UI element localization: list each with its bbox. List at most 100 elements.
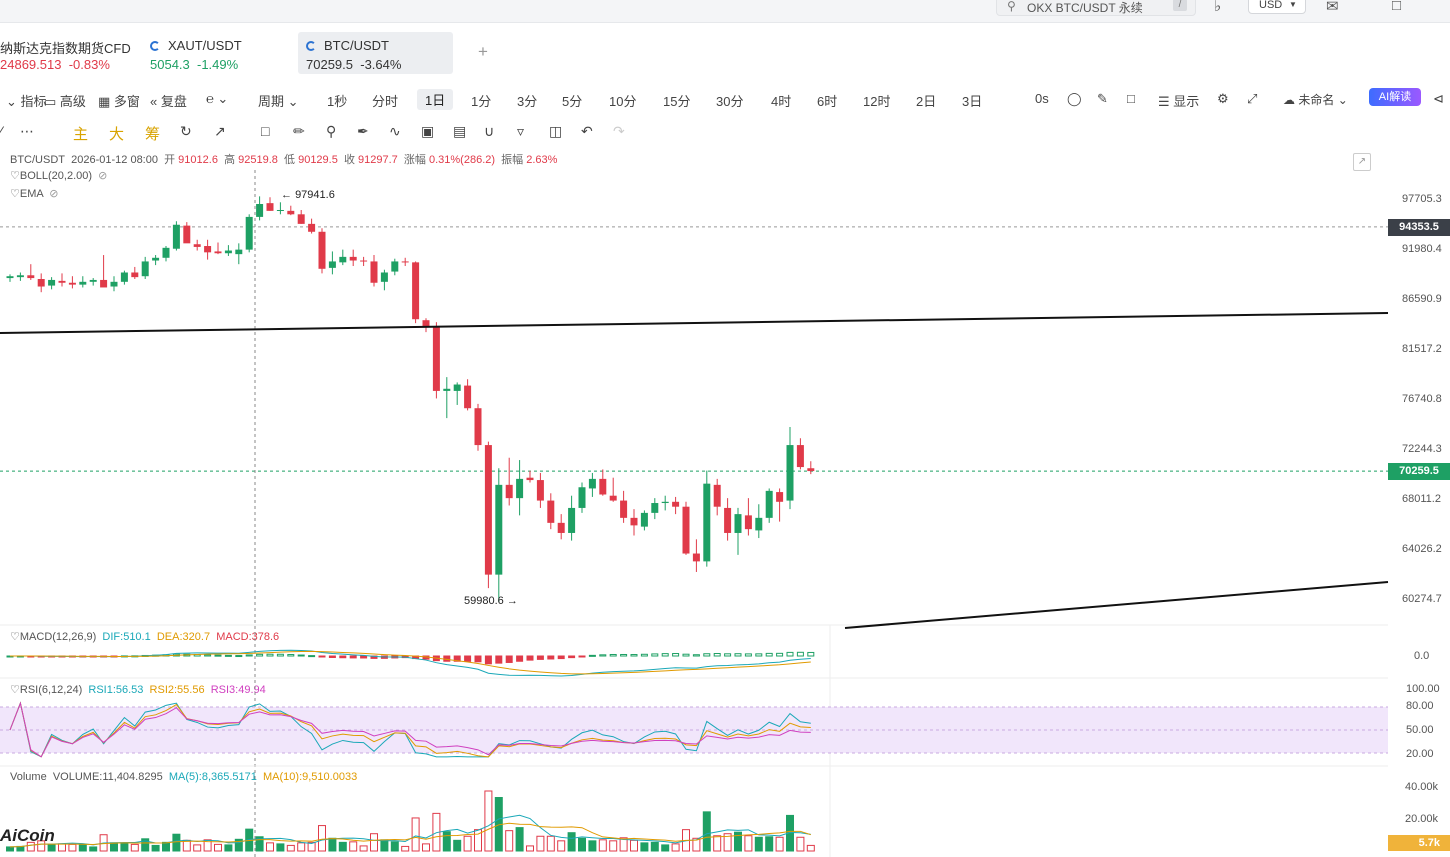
candle-body <box>536 480 544 501</box>
volume-bar <box>266 842 274 852</box>
candle-body <box>172 224 180 249</box>
candle-body <box>79 281 87 285</box>
candle-body <box>37 279 45 287</box>
kline-chart[interactable]: 97705.3 91980.4 86590.9 81517.2 76740.8 72244… <box>0 0 1450 857</box>
candle-body <box>391 261 399 272</box>
macd-dif-line <box>9 649 811 677</box>
volume-bar <box>318 825 326 852</box>
macd-bar <box>276 653 284 657</box>
candle-body <box>245 216 253 250</box>
macd-bar <box>755 653 763 657</box>
candle-body <box>120 272 128 282</box>
macd-bar <box>516 655 524 662</box>
candle-body <box>599 478 607 495</box>
macd-bar <box>557 655 565 660</box>
volume-bar <box>89 846 98 852</box>
candle-body <box>349 256 357 261</box>
macd-bar <box>692 654 700 657</box>
low-mark: 59980.6 → <box>464 595 518 607</box>
macd-bar <box>568 655 576 659</box>
volume-bar <box>702 811 711 852</box>
macd-bar <box>776 652 784 657</box>
current-price-label: 70259.5 <box>1388 463 1450 480</box>
candle-body <box>422 320 430 327</box>
volume-bar <box>401 845 410 852</box>
rsi-band <box>0 707 1388 753</box>
macd-bar <box>796 651 804 657</box>
candle-body <box>412 262 420 320</box>
volume-current-label: 5.7k <box>1388 835 1450 851</box>
candle-body <box>796 445 804 468</box>
candle-body <box>235 249 243 255</box>
volume-bar <box>744 835 753 852</box>
candle-body <box>401 261 409 263</box>
candle-body <box>453 384 461 391</box>
candle-body <box>703 483 711 562</box>
volume-bar <box>120 842 129 852</box>
volume-bar <box>58 843 66 852</box>
macd-bar <box>464 655 472 662</box>
candle-body <box>578 487 586 508</box>
macd-bar <box>682 653 690 657</box>
macd-bar <box>360 655 368 659</box>
price-tick-label: 68011.2 <box>1402 493 1441 505</box>
candle-body <box>58 280 66 283</box>
macd-bar <box>651 653 659 657</box>
macd-bar <box>807 651 815 657</box>
candle-body <box>505 484 513 499</box>
candle-body <box>360 260 368 262</box>
macd-bar <box>349 655 357 659</box>
candle-body <box>16 275 24 278</box>
macd-bar <box>661 653 669 657</box>
candle-body <box>661 501 669 504</box>
volume-bar <box>598 839 607 852</box>
macd-bar <box>474 655 482 663</box>
candle-body <box>474 408 482 446</box>
candle-body <box>786 445 794 501</box>
price-tick-label: 86590.9 <box>1402 293 1442 305</box>
volume-bar <box>671 843 680 852</box>
price-tick-label: 76740.8 <box>1402 393 1442 405</box>
macd-bar <box>526 655 534 661</box>
macd-bar <box>588 654 596 657</box>
candle-body <box>516 478 524 499</box>
volume-bar <box>526 845 534 852</box>
volume-ma10-line <box>9 822 811 848</box>
macd-bar <box>724 653 732 657</box>
candle-body <box>214 251 222 254</box>
candle-body <box>713 484 721 507</box>
volume-bar <box>297 842 306 852</box>
volume-bar <box>276 843 285 852</box>
volume-bar <box>110 842 118 852</box>
candle-body <box>734 514 742 533</box>
candle-body <box>328 261 336 268</box>
macd-zero-label: 0.0 <box>1414 650 1429 662</box>
price-tick-label: 72244.3 <box>1402 443 1442 455</box>
volume-bar <box>390 841 399 852</box>
candle-body <box>48 279 56 286</box>
macd-bar <box>620 653 628 657</box>
candle-body <box>287 210 295 215</box>
candle-body <box>100 279 108 288</box>
macd-bar <box>266 653 274 657</box>
macd-bar <box>495 655 503 664</box>
volume-bar <box>775 836 784 852</box>
volume-bar <box>380 839 389 852</box>
macd-bar <box>339 655 347 659</box>
volume-bar <box>630 839 638 852</box>
volume-bar <box>661 844 670 852</box>
candle-body <box>682 506 690 554</box>
trend-line-lower <box>844 581 1389 629</box>
volume-bar <box>713 835 722 852</box>
candle-body <box>744 515 752 530</box>
candle-body <box>630 517 638 526</box>
volume-bar <box>162 841 170 852</box>
candle-body <box>640 512 648 527</box>
candle-body <box>27 275 35 279</box>
candle-body <box>484 445 492 575</box>
volume-bar <box>151 844 160 852</box>
volume-bar <box>411 817 420 852</box>
candle-body <box>432 326 440 391</box>
candle-body <box>557 522 565 533</box>
macd-bar <box>734 653 742 657</box>
